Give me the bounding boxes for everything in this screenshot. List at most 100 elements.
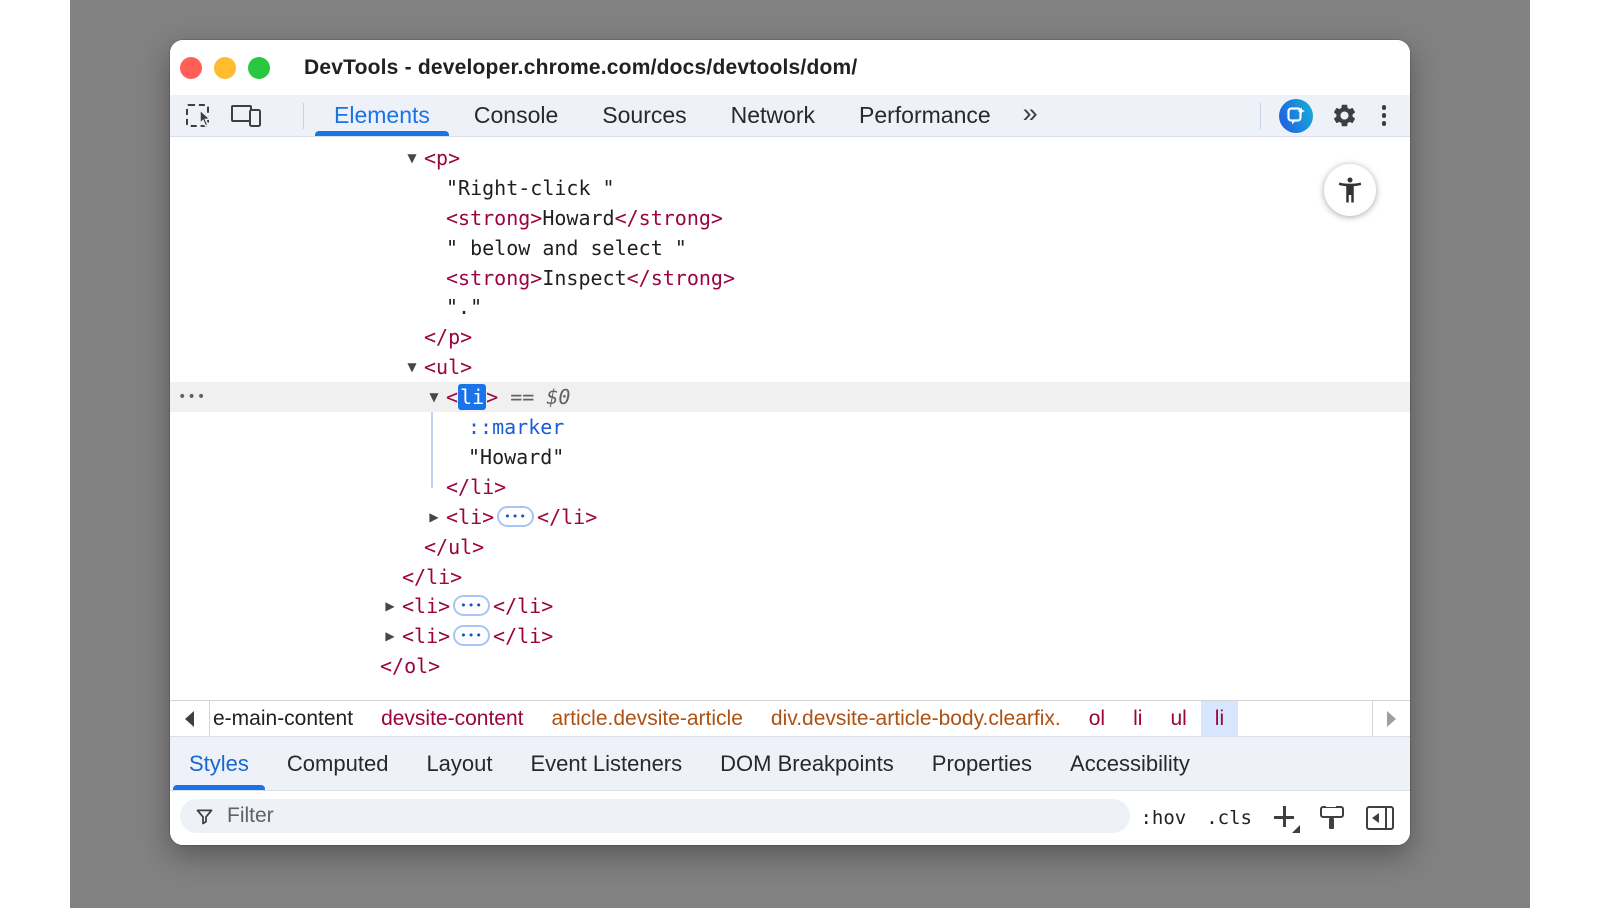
dom-row[interactable]: ▶<li>•••</li> [170,621,1410,651]
more-panels-button[interactable]: » [1023,100,1038,131]
breadcrumb-item[interactable]: e-main-content [210,701,367,736]
breadcrumb-items: e-main-contentdevsite-contentarticle.dev… [210,701,1372,736]
dom-row[interactable]: </ul> [170,532,1410,562]
tab-performance[interactable]: Performance [837,95,1013,136]
breadcrumb-item[interactable]: article.devsite-article [538,701,757,736]
code-token-tag: <li> [402,624,450,648]
breadcrumb-item[interactable]: ol [1075,701,1119,736]
row-actions-dots-icon[interactable]: ••• [178,382,206,412]
breadcrumb-scroll-left-button[interactable] [170,701,210,736]
sidebar-tab-computed[interactable]: Computed [268,737,408,790]
settings-gear-icon [1331,102,1358,129]
page-accessibility-widget-button[interactable] [1324,164,1376,216]
tab-elements[interactable]: Elements [312,95,452,136]
breadcrumb-item[interactable]: div.devsite-article-body.clearfix. [757,701,1075,736]
dom-row[interactable]: ▼<ul> [170,352,1410,382]
collapse-arrow-icon[interactable]: ▼ [403,352,421,382]
device-toolbar-button[interactable] [231,104,261,128]
expand-arrow-icon[interactable]: ▶ [381,591,399,621]
more-options-button[interactable] [1376,103,1393,128]
inline-expand-button[interactable]: ••• [453,625,490,646]
breadcrumb-item[interactable]: devsite-content [367,701,537,736]
sidebar-tab-dom-breakpoints[interactable]: DOM Breakpoints [701,737,913,790]
tab-sources[interactable]: Sources [580,95,708,136]
dom-row-code: <li> == $0 [446,382,570,412]
chevron-right-icon [1387,711,1396,727]
window-controls [180,57,270,79]
inline-expand-button[interactable]: ••• [497,506,534,527]
dom-row[interactable]: </li> [170,472,1410,502]
sidebar-tab-event-listeners[interactable]: Event Listeners [512,737,702,790]
code-token-tag: <strong> [446,266,542,290]
dom-row[interactable]: "Howard" [170,442,1410,472]
sidebar-tab-layout[interactable]: Layout [407,737,511,790]
close-button[interactable] [180,57,202,79]
more-menu-kebab-icon [1382,105,1387,110]
code-token-tag: < [446,385,458,409]
inspect-element-button[interactable] [186,104,209,127]
code-token-tag: </strong> [627,266,735,290]
sidebar-tab-styles[interactable]: Styles [170,737,268,790]
dom-row[interactable]: ::marker [170,412,1410,442]
sidebar-tab-accessibility[interactable]: Accessibility [1051,737,1209,790]
toggle-sidebar-button[interactable] [1366,806,1394,830]
toggle-hover-state-button[interactable]: :hov [1140,807,1186,829]
window-title: DevTools - developer.chrome.com/docs/dev… [304,56,857,80]
dom-row[interactable]: ▶<li>•••</li> [170,591,1410,621]
code-token-text: "." [446,295,482,319]
dom-row[interactable]: <strong>Howard</strong> [170,203,1410,233]
expand-arrow-icon[interactable]: ▶ [381,621,399,651]
tab-network[interactable]: Network [709,95,837,136]
filter-input[interactable] [227,804,1067,828]
expand-arrow-icon[interactable]: ▶ [425,502,443,532]
code-token-tag: </ol> [380,654,440,678]
dom-row[interactable]: ▼<p> [170,143,1410,173]
dom-row[interactable]: </ol> [170,651,1410,681]
dom-row[interactable]: <strong>Inspect</strong> [170,263,1410,293]
dom-row-code: <p> [424,143,460,173]
dom-row-code: ::marker [468,412,564,442]
dom-row-code: "." [446,292,482,322]
dom-row-code: <ul> [424,352,472,382]
dom-row[interactable]: "." [170,292,1410,322]
dom-row-selected[interactable]: ••• ▼<li> == $0 [170,382,1410,412]
new-style-rule-button[interactable] [1272,805,1298,831]
dom-row[interactable]: "Right-click " [170,173,1410,203]
dom-row[interactable]: " below and select " [170,233,1410,263]
toggle-class-button[interactable]: .cls [1206,807,1252,829]
tab-console[interactable]: Console [452,95,580,136]
code-token-tag: </li> [493,594,553,618]
zoom-button[interactable] [248,57,270,79]
breadcrumb-item[interactable]: ul [1156,701,1200,736]
dom-row[interactable]: ▶<li>•••</li> [170,502,1410,532]
collapse-arrow-icon[interactable]: ▼ [403,143,421,173]
chevron-left-icon [185,711,194,727]
minimize-button[interactable] [214,57,236,79]
styles-filter-bar: :hov .cls [170,790,1410,845]
ai-assistant-button[interactable] [1279,99,1313,133]
code-token-op: == [498,385,546,409]
main-toolbar: ElementsConsoleSourcesNetworkPerformance… [170,95,1410,137]
toolbar-divider [1260,103,1261,129]
dom-row[interactable]: </li> [170,562,1410,592]
dom-row-code: "Right-click " [446,173,615,203]
breadcrumb-item[interactable]: li [1119,701,1156,736]
inline-expand-button[interactable]: ••• [453,595,490,616]
breadcrumb-item-selected[interactable]: li [1201,701,1238,736]
code-token-pseudo: ::marker [468,415,564,439]
settings-button[interactable] [1331,102,1358,129]
styles-filter-field[interactable] [180,799,1130,833]
sidebar-tab-properties[interactable]: Properties [913,737,1051,790]
filter-funnel-icon [194,806,215,827]
code-token-tag: </li> [402,565,462,589]
accessibility-person-icon [1335,175,1365,205]
dom-row-code: <li>•••</li> [402,621,553,651]
dom-row[interactable]: </p> [170,322,1410,352]
ai-assistant-icon [1286,106,1306,126]
dom-tree-panel[interactable]: ::marker▼<p>"Right-click "<strong>Howard… [170,137,1410,700]
code-token-tag: <li> [402,594,450,618]
collapse-arrow-icon[interactable]: ▼ [425,382,443,412]
breadcrumb-scroll-right-button[interactable] [1372,701,1410,736]
rendering-emulation-button[interactable] [1318,805,1346,831]
code-token-text: " below and select " [446,236,687,260]
